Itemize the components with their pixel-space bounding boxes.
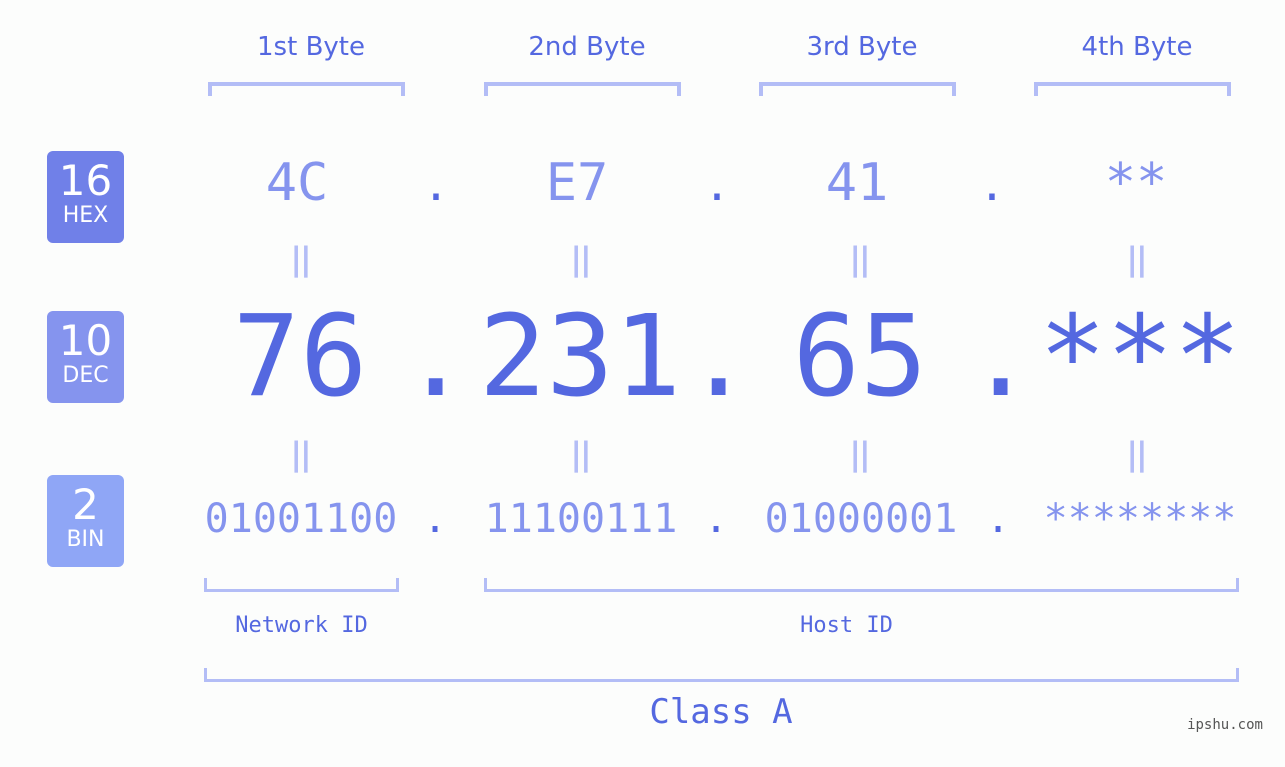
dec-badge-number: 10 bbox=[58, 316, 113, 365]
bin-separator-1: . bbox=[422, 496, 448, 542]
equals-dec-bin-2: || bbox=[570, 435, 591, 473]
hex-badge: 16 HEX bbox=[47, 151, 124, 243]
byte-bracket-1 bbox=[208, 82, 405, 96]
byte-header-1: 1st Byte bbox=[257, 32, 365, 62]
equals-hex-dec-3: || bbox=[849, 240, 870, 278]
hex-byte-3: 41 bbox=[825, 153, 889, 213]
hex-separator-3: . bbox=[978, 160, 1006, 211]
equals-dec-bin-1: || bbox=[290, 435, 311, 473]
byte-bracket-4 bbox=[1034, 82, 1231, 96]
dec-byte-2: 231 bbox=[478, 292, 682, 422]
bin-byte-3: 01000001 bbox=[764, 496, 958, 542]
dec-byte-3: 65 bbox=[792, 292, 928, 422]
class-bracket bbox=[204, 668, 1239, 682]
byte-header-2: 2nd Byte bbox=[528, 32, 646, 62]
byte-bracket-3 bbox=[759, 82, 956, 96]
class-label: Class A bbox=[649, 692, 793, 732]
dec-badge: 10 DEC bbox=[47, 311, 124, 403]
dec-badge-label: DEC bbox=[62, 363, 109, 388]
dec-byte-1: 76 bbox=[232, 292, 368, 422]
equals-dec-bin-4: || bbox=[1126, 435, 1147, 473]
bin-badge-label: BIN bbox=[66, 527, 105, 552]
bin-separator-2: . bbox=[703, 496, 729, 542]
hex-badge-number: 16 bbox=[58, 156, 113, 205]
hex-badge-label: HEX bbox=[62, 203, 109, 228]
bin-byte-1: 01001100 bbox=[204, 496, 398, 542]
network-id-label: Network ID bbox=[235, 613, 368, 638]
hex-byte-4: ** bbox=[1104, 153, 1168, 213]
bin-byte-4: ******** bbox=[1043, 496, 1237, 542]
host-id-bracket bbox=[484, 578, 1239, 592]
host-id-label: Host ID bbox=[800, 613, 893, 638]
byte-header-4: 4th Byte bbox=[1081, 32, 1193, 62]
equals-hex-dec-2: || bbox=[570, 240, 591, 278]
equals-hex-dec-1: || bbox=[290, 240, 311, 278]
bin-separator-3: . bbox=[985, 496, 1011, 542]
hex-byte-1: 4C bbox=[265, 153, 329, 213]
watermark: ipshu.com bbox=[1187, 717, 1263, 733]
byte-header-3: 3rd Byte bbox=[806, 32, 918, 62]
hex-byte-2: E7 bbox=[545, 153, 609, 213]
equals-dec-bin-3: || bbox=[849, 435, 870, 473]
dec-byte-4: *** bbox=[1038, 292, 1242, 422]
network-id-bracket bbox=[204, 578, 399, 592]
bin-badge-number: 2 bbox=[72, 480, 99, 529]
hex-separator-2: . bbox=[703, 160, 731, 211]
bin-badge: 2 BIN bbox=[47, 475, 124, 567]
hex-separator-1: . bbox=[422, 160, 450, 211]
equals-hex-dec-4: || bbox=[1126, 240, 1147, 278]
bin-byte-2: 11100111 bbox=[484, 496, 678, 542]
byte-bracket-2 bbox=[484, 82, 681, 96]
